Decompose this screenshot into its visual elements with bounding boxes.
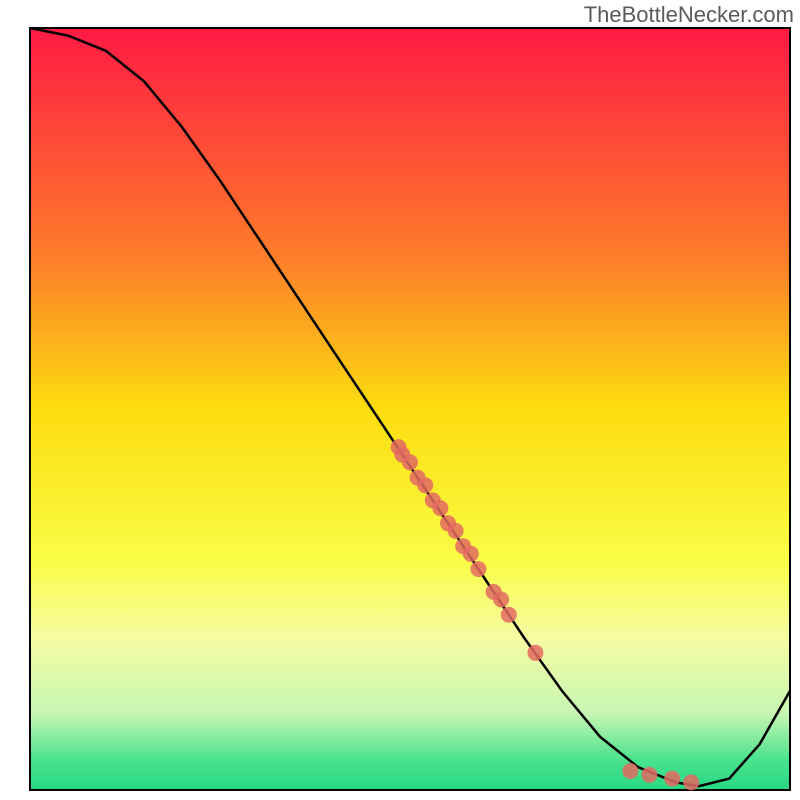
chart-svg: [0, 0, 800, 800]
scatter-dot: [432, 500, 448, 516]
scatter-dot: [463, 546, 479, 562]
scatter-dot: [417, 477, 433, 493]
scatter-dot: [527, 645, 543, 661]
scatter-dot: [641, 767, 657, 783]
watermark-text: TheBottleNecker.com: [584, 2, 794, 28]
scatter-dot: [664, 771, 680, 787]
scatter-dot: [470, 561, 486, 577]
scatter-dot: [493, 592, 509, 608]
scatter-dot: [622, 763, 638, 779]
scatter-dot: [501, 607, 517, 623]
scatter-dot: [448, 523, 464, 539]
scatter-dot: [683, 774, 699, 790]
scatter-dot: [402, 454, 418, 470]
chart-container: TheBottleNecker.com: [0, 0, 800, 800]
plot-background: [30, 28, 790, 790]
